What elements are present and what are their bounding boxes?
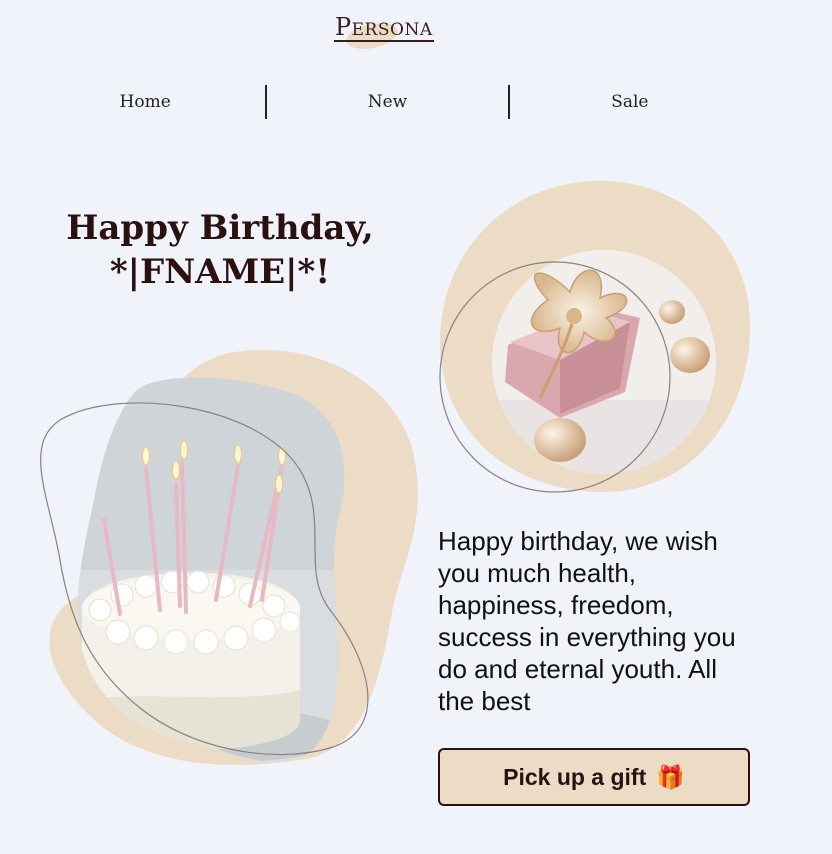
cta-label: Pick up a gift bbox=[503, 763, 647, 790]
cake-image-group bbox=[40, 349, 418, 765]
gift-emoji-icon: 🎁 bbox=[656, 763, 685, 790]
pick-up-gift-button[interactable]: Pick up a gift 🎁 bbox=[438, 748, 750, 806]
gift-image-group bbox=[439, 180, 751, 493]
birthday-headline: Happy Birthday, *|FNAME|*! bbox=[66, 208, 374, 292]
birthday-message: Happy birthday, we wish you much health,… bbox=[438, 526, 736, 716]
decorative-artwork bbox=[40, 180, 751, 765]
